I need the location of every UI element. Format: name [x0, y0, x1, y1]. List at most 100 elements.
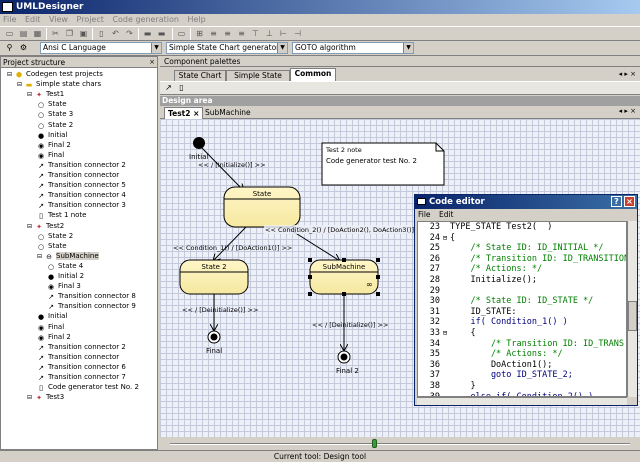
- code-text-area[interactable]: 23 TYPE_STATE Test2( ) 24 ⊟{25 /* State ID:…: [417, 221, 627, 397]
- align-center-icon[interactable]: ≡: [222, 29, 233, 39]
- help-icon[interactable]: ?: [611, 196, 622, 207]
- open-icon[interactable]: ▤: [18, 29, 29, 39]
- transition-initial[interactable]: [201, 147, 244, 191]
- close-icon[interactable]: ×: [149, 57, 155, 68]
- align-top-icon[interactable]: ⊤: [250, 29, 261, 39]
- code-line[interactable]: 32 if( Condition_1() ): [418, 317, 568, 328]
- tree-item[interactable]: ● Initial: [37, 311, 67, 321]
- distribute-icon[interactable]: ⊣: [292, 29, 303, 39]
- code-line[interactable]: 30 /* State ID: ID_STATE */: [418, 296, 594, 307]
- grid-icon[interactable]: ⊞: [194, 29, 205, 39]
- generator-select[interactable]: Simple State Chart generator ▼: [166, 42, 288, 54]
- code-horizontal-scrollbar[interactable]: [417, 397, 627, 405]
- code-editor-menu-edit[interactable]: Edit: [436, 210, 457, 219]
- tree-item[interactable]: ↗ Transition connector 7: [37, 372, 126, 382]
- language-select[interactable]: Ansi C Language ▼: [40, 42, 162, 54]
- search-users-icon[interactable]: ⚲: [4, 43, 15, 53]
- selection-handle[interactable]: [308, 292, 312, 296]
- folder-open-icon[interactable]: ▬: [156, 29, 167, 39]
- scrollbar-thumb[interactable]: [628, 301, 637, 331]
- tree-item[interactable]: ◉ Final 2: [37, 140, 71, 150]
- tree-item[interactable]: ○ State 2: [37, 120, 73, 130]
- tree-item[interactable]: ▯ Test 1 note: [37, 210, 86, 220]
- code-line[interactable]: 36 DoAction1();: [418, 360, 553, 371]
- menu-project[interactable]: Project: [74, 14, 107, 26]
- fold-marker-icon[interactable]: ⊟: [440, 328, 450, 339]
- tree-item[interactable]: ◉ Final: [37, 322, 64, 332]
- tree-item[interactable]: ↗ Transition connector 4: [37, 190, 126, 200]
- code-line[interactable]: 26 /* Transition ID: ID_TRANSITION_CO: [418, 254, 626, 265]
- tree-item[interactable]: ○ State 2: [37, 231, 73, 241]
- expand-collapse-icon[interactable]: ⊟: [7, 70, 14, 80]
- expand-collapse-icon[interactable]: ⊟: [17, 80, 24, 90]
- tree-item[interactable]: ▯ Code generator test No. 2: [37, 382, 139, 392]
- initial-node[interactable]: [193, 137, 205, 149]
- algorithm-select[interactable]: GOTO algorithm ▼: [292, 42, 414, 54]
- expand-collapse-icon[interactable]: ⊟: [37, 252, 44, 262]
- tree-item[interactable]: ● Initial 2: [47, 271, 84, 281]
- tree-item[interactable]: ◉ Final 2: [37, 332, 71, 342]
- code-line[interactable]: 33 ⊟ {: [418, 328, 476, 339]
- code-line[interactable]: 31 ID_STATE:: [418, 307, 517, 318]
- selection-handle[interactable]: [308, 275, 312, 279]
- selection-handle[interactable]: [376, 258, 380, 262]
- cut-icon[interactable]: ✂: [50, 29, 61, 39]
- code-editor-menu-file[interactable]: File: [415, 210, 434, 219]
- folder-icon[interactable]: ▬: [142, 29, 153, 39]
- tab-submachine[interactable]: SubMachine: [202, 107, 254, 119]
- close-icon[interactable]: ×: [624, 196, 635, 207]
- menu-code-generation[interactable]: Code generation: [109, 14, 182, 26]
- expand-collapse-icon[interactable]: ⊟: [27, 393, 34, 403]
- selection-handle[interactable]: [308, 258, 312, 262]
- tree-item[interactable]: ↗ Transition connector: [37, 352, 119, 362]
- tools-icon[interactable]: ⚙: [18, 43, 29, 53]
- tab-simple-state-chart[interactable]: Simple State Chart: [226, 70, 290, 90]
- menu-help[interactable]: Help: [185, 14, 209, 26]
- menu-file[interactable]: File: [0, 14, 19, 26]
- tree-item[interactable]: ↗ Transition connector 8: [47, 291, 136, 301]
- tree-item[interactable]: ⊟ ⊖ SubMachine: [37, 251, 99, 261]
- tab-state-chart[interactable]: State Chart: [174, 70, 226, 81]
- tab-common[interactable]: Common: [290, 68, 336, 81]
- paste-icon[interactable]: ▣: [78, 29, 89, 39]
- code-line[interactable]: 29: [418, 286, 450, 297]
- code-line[interactable]: 27 /* Actions: */: [418, 264, 542, 275]
- tree-item[interactable]: ● Initial: [37, 130, 67, 140]
- tab-test2[interactable]: Test2 ×: [164, 107, 204, 119]
- save-icon[interactable]: ▦: [32, 29, 43, 39]
- note-tool-icon[interactable]: ▯: [176, 83, 187, 93]
- code-line[interactable]: 37 goto ID_STATE_2;: [418, 370, 573, 381]
- code-line[interactable]: 28 Initialize();: [418, 275, 537, 286]
- align-middle-icon[interactable]: ⊢: [278, 29, 289, 39]
- menu-edit[interactable]: Edit: [22, 14, 44, 26]
- code-line[interactable]: 38 }: [418, 381, 476, 392]
- code-line[interactable]: 25 /* State ID: ID_INITIAL */: [418, 243, 604, 254]
- zoom-slider[interactable]: [160, 437, 640, 450]
- tree-item[interactable]: ↗ Transition connector 2: [37, 342, 126, 352]
- tree-item[interactable]: ⊟ ✦ Test3: [27, 392, 64, 402]
- fold-marker-icon[interactable]: ⊟: [440, 233, 450, 244]
- expand-collapse-icon[interactable]: ⊟: [27, 222, 34, 232]
- align-left-icon[interactable]: ≡: [208, 29, 219, 39]
- select-tool-icon[interactable]: ▭: [176, 29, 187, 39]
- new-file-icon[interactable]: ▯: [96, 29, 107, 39]
- tree-item[interactable]: ↗ Transition connector 2: [37, 160, 126, 170]
- redo-icon[interactable]: ↷: [124, 29, 135, 39]
- align-right-icon[interactable]: ≡: [236, 29, 247, 39]
- menu-view[interactable]: View: [46, 14, 71, 26]
- code-line[interactable]: 35 /* Actions: */: [418, 349, 563, 360]
- tree-item[interactable]: ○ State: [37, 99, 67, 109]
- close-tab-icon[interactable]: ×: [193, 109, 199, 118]
- undo-icon[interactable]: ↶: [110, 29, 121, 39]
- selection-handle[interactable]: [376, 275, 380, 279]
- nav-arrows-icon[interactable]: ◂ ▸ ×: [619, 107, 636, 115]
- align-bottom-icon[interactable]: ⊥: [264, 29, 275, 39]
- selection-handle[interactable]: [376, 292, 380, 296]
- zoom-slider-thumb[interactable]: [372, 439, 377, 448]
- tree-item[interactable]: ○ State 3: [37, 109, 73, 119]
- tree-item[interactable]: ↗ Transition connector 5: [37, 180, 126, 190]
- tree-item[interactable]: ◉ Final 3: [47, 281, 81, 291]
- tree-item[interactable]: ⊟ ✦ Test1: [27, 89, 64, 99]
- tree-item[interactable]: ↗ Transition connector 3: [37, 200, 126, 210]
- code-vertical-scrollbar[interactable]: [627, 221, 637, 397]
